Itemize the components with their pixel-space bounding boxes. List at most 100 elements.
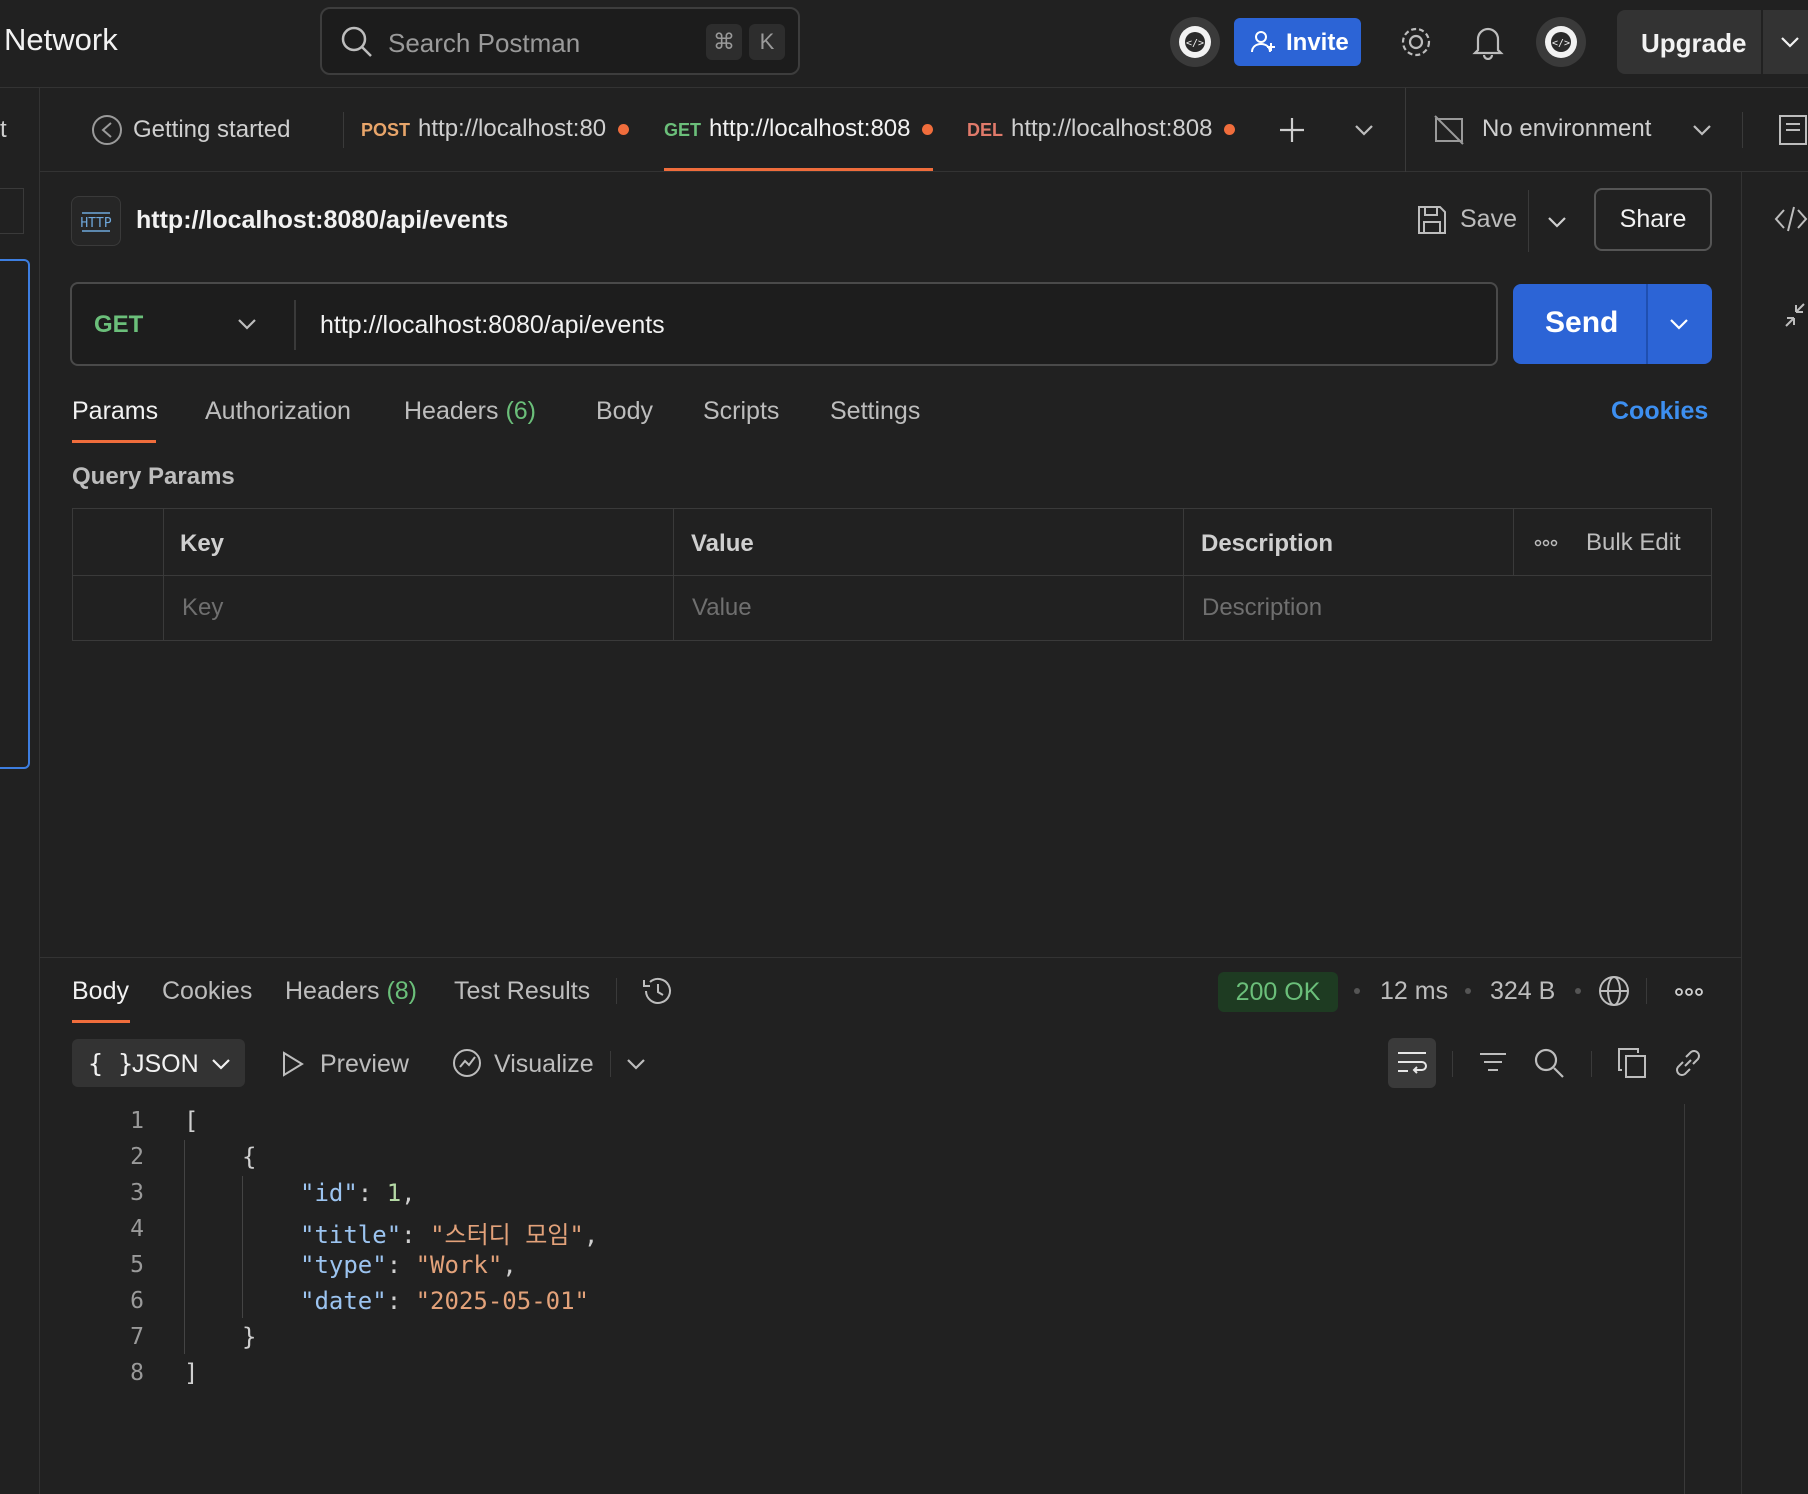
request-tab-bar: Getting started POST http://localhost:80 … [40,88,1808,172]
send-button[interactable]: Send [1513,284,1712,364]
tab-method-del: DEL [967,120,1003,140]
invite-button[interactable]: Invite [1234,18,1361,66]
code-icon[interactable] [1774,204,1808,234]
code-line: "id": 1, [300,1179,416,1207]
response-tab-headers[interactable]: Headers (8) [285,977,417,1006]
url-input[interactable]: http://localhost:8080/api/events [320,311,665,340]
line-number: 3 [130,1180,144,1206]
upgrade-button[interactable]: Upgrade [1617,10,1808,74]
wrap-icon [1396,1048,1428,1078]
environment-quick-look-icon[interactable] [1778,114,1808,146]
tab-method-get: GET [664,120,702,140]
preview-button[interactable]: Preview [320,1050,409,1079]
tab-divider [343,112,344,148]
collapse-icon[interactable] [1782,300,1808,330]
tab-body[interactable]: Body [596,397,653,426]
meta-separator [1575,988,1581,994]
response-tab-test-results[interactable]: Test Results [454,977,590,1006]
tab-method-post: POST [361,120,411,140]
tab-headers[interactable]: Headers (6) [404,397,536,426]
table-col-divider [1513,509,1514,575]
unsaved-dot [618,124,630,136]
line-number: 7 [130,1324,144,1350]
tab-params[interactable]: Params [72,397,158,426]
more-options-icon[interactable] [1534,539,1558,547]
svg-text:</>: </> [1186,38,1204,49]
braces-icon: { } [88,1049,134,1078]
bell-icon[interactable] [1472,24,1504,60]
environment-selector[interactable]: No environment [1433,88,1755,172]
share-button[interactable]: Share [1594,188,1712,251]
unsaved-dot [1224,124,1236,136]
line-number: 5 [130,1252,144,1278]
indent-guide [242,1176,243,1318]
copy-icon[interactable] [1617,1047,1647,1079]
more-options-icon[interactable] [1674,987,1704,997]
globe-icon[interactable] [1597,974,1631,1008]
response-time[interactable]: 12 ms [1380,977,1448,1006]
visualize-button[interactable]: Visualize [494,1050,594,1079]
headers-label: Headers [404,397,499,425]
unsaved-dot [922,124,934,136]
tab-authorization[interactable]: Authorization [205,397,351,426]
search-icon[interactable] [1533,1047,1565,1079]
request-title[interactable]: http://localhost:8080/api/events [136,206,508,235]
link-icon[interactable] [1672,1047,1704,1079]
format-label: JSON [132,1050,199,1078]
right-panel-divider [1741,172,1742,1494]
active-tab-indicator [664,168,933,171]
upgrade-label: Upgrade [1641,28,1747,58]
format-dropdown[interactable]: { } JSON [72,1039,245,1087]
chevron-down-icon[interactable] [1668,314,1690,334]
profile-avatar[interactable]: </> [1536,17,1586,67]
tab-scripts[interactable]: Scripts [703,397,779,426]
response-divider[interactable] [40,957,1742,958]
value-input[interactable]: Value [674,576,1182,640]
tab-settings[interactable]: Settings [830,397,920,426]
code-line: { [242,1143,257,1171]
search-input[interactable]: Search Postman ⌘ K [320,7,800,75]
status-badge[interactable]: 200 OK [1218,972,1338,1012]
agent-icon[interactable]: </> [1170,17,1220,67]
code-line: "date": "2025-05-01" [300,1287,589,1315]
method-dropdown[interactable]: GET [72,284,294,364]
tab-label: http://localhost:808 [709,115,911,142]
chevron-down-icon[interactable] [625,1054,647,1074]
environment-label: No environment [1482,115,1652,142]
chevron-down-icon[interactable] [1546,212,1568,232]
key-input[interactable]: Key [164,576,672,640]
description-input[interactable]: Description [1184,576,1711,640]
code-scrollbar[interactable] [1684,1104,1685,1494]
query-params-title: Query Params [72,463,235,490]
wrap-lines-button[interactable] [1388,1038,1436,1088]
tab-label: Getting started [133,116,291,143]
k-key-hint: K [749,24,785,60]
save-icon [1416,204,1448,236]
chevron-down-icon[interactable] [1353,120,1375,140]
json-key: "id" [300,1179,358,1207]
key-placeholder: Key [182,594,224,621]
cmd-key-hint: ⌘ [706,24,742,60]
plus-icon[interactable] [1278,116,1306,144]
history-icon[interactable] [641,974,675,1008]
meta-separator [1465,988,1471,994]
toolbar-divider [1742,112,1743,148]
workspace-title[interactable]: Network [4,22,118,58]
response-tab-body[interactable]: Body [72,977,129,1006]
chevron-down-icon[interactable] [1779,32,1801,52]
response-tab-cookies[interactable]: Cookies [162,977,252,1006]
bulk-edit-button[interactable]: Bulk Edit [1586,529,1681,557]
code-line: } [242,1323,257,1351]
response-size[interactable]: 324 B [1490,977,1555,1006]
sidebar-input[interactable] [0,188,24,234]
top-bar: Network Search Postman ⌘ K </> Invite </… [0,0,1808,88]
filter-icon[interactable] [1478,1048,1508,1078]
tab-label: http://localhost:808 [1011,115,1213,142]
cookies-link[interactable]: Cookies [1611,397,1708,426]
json-value: "Work" [415,1251,503,1279]
json-value: 1 [386,1179,402,1207]
invite-label: Invite [1286,29,1349,56]
indent-guide [184,1140,185,1354]
sidebar-focused-panel[interactable] [0,259,30,769]
gear-icon[interactable] [1398,24,1434,60]
